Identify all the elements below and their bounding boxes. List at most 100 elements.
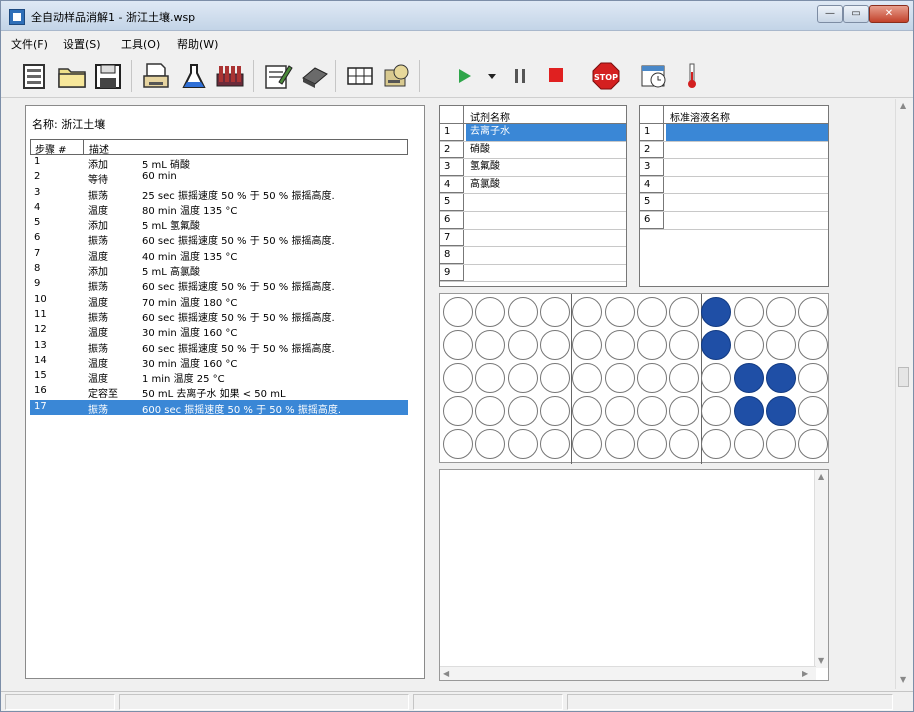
plate-well[interactable]: [636, 330, 667, 360]
plate-well[interactable]: [669, 396, 700, 426]
play-icon[interactable]: [449, 62, 479, 90]
plate-well[interactable]: [636, 297, 667, 327]
plate-well[interactable]: [701, 363, 732, 393]
standard-name-cell[interactable]: [666, 212, 828, 229]
plate-well[interactable]: [604, 330, 635, 360]
reagent-row[interactable]: 3 氢氟酸: [440, 159, 626, 177]
step-row[interactable]: 11 振荡 60 sec 振摇速度 50 % 于 50 % 振摇高度.: [30, 308, 408, 324]
standard-name-cell[interactable]: [666, 194, 828, 211]
steps-table[interactable]: 步骤 # 描述 1 添加 5 mL 硝酸 2 等待 60 min 3 振荡 25 sec 振摇速…: [30, 139, 408, 416]
reagent-row[interactable]: 5: [440, 194, 626, 212]
plate-well[interactable]: [443, 330, 473, 360]
reagent-row[interactable]: 9: [440, 264, 626, 283]
plate-well[interactable]: [766, 396, 796, 426]
log-horizontal-scrollbar[interactable]: ◀ ▶: [440, 666, 816, 680]
reagent-name-cell[interactable]: [466, 247, 626, 264]
menu-settings[interactable]: 设置(S): [63, 36, 101, 52]
tube-rack-icon[interactable]: [215, 62, 245, 90]
column-description[interactable]: 描述: [89, 141, 109, 156]
plate-well[interactable]: [733, 330, 764, 360]
plate-well[interactable]: [443, 429, 473, 459]
plate-well[interactable]: [733, 429, 764, 459]
plate-well[interactable]: [604, 396, 635, 426]
log-vertical-scrollbar[interactable]: ▲ ▼: [814, 470, 828, 668]
minimize-button[interactable]: —: [817, 5, 843, 23]
plate-well[interactable]: [701, 429, 732, 459]
plate-well[interactable]: [507, 396, 538, 426]
plate-well[interactable]: [701, 396, 732, 426]
step-row[interactable]: 17 振荡 600 sec 振摇速度 50 % 于 50 % 振摇高度.: [30, 399, 408, 416]
plate-well[interactable]: [604, 297, 635, 327]
step-row[interactable]: 16 定容至 50 mL 去离子水 如果 < 50 mL: [30, 384, 408, 400]
step-row[interactable]: 1 添加 5 mL 硝酸: [30, 155, 408, 171]
standard-row[interactable]: 3: [640, 159, 828, 177]
standard-row[interactable]: 1: [640, 124, 828, 142]
plate-well[interactable]: [669, 363, 700, 393]
close-button[interactable]: ✕: [869, 5, 909, 23]
step-row[interactable]: 15 温度 1 min 温度 25 °C: [30, 369, 408, 385]
reagent-name-cell[interactable]: 氢氟酸: [466, 159, 626, 176]
plate-well[interactable]: [636, 396, 667, 426]
standard-row[interactable]: 5: [640, 194, 828, 212]
plate-well[interactable]: [733, 396, 764, 426]
step-row[interactable]: 13 振荡 60 sec 振摇速度 50 % 于 50 % 振摇高度.: [30, 339, 408, 355]
reagent-name-cell[interactable]: [466, 265, 626, 282]
plate-well[interactable]: [507, 297, 538, 327]
plate-well[interactable]: [539, 429, 570, 459]
reagent-row[interactable]: 7: [440, 229, 626, 248]
step-row[interactable]: 4 温度 80 min 温度 135 °C: [30, 201, 408, 217]
machine-icon[interactable]: [381, 62, 411, 90]
plate-well[interactable]: [798, 396, 829, 426]
plate-well[interactable]: [475, 363, 506, 393]
plate-well[interactable]: [669, 297, 700, 327]
calendar-clock-icon[interactable]: [639, 62, 669, 90]
print-icon[interactable]: [141, 62, 171, 90]
maximize-button[interactable]: ▭: [843, 5, 869, 23]
menu-help[interactable]: 帮助(W): [177, 36, 218, 52]
stop-sign-icon[interactable]: STOP: [591, 62, 621, 90]
plate-well[interactable]: [636, 363, 667, 393]
plate-well[interactable]: [766, 429, 796, 459]
plate-well[interactable]: [443, 396, 473, 426]
step-row[interactable]: 6 振荡 60 sec 振摇速度 50 % 于 50 % 振摇高度.: [30, 231, 408, 247]
reagent-row[interactable]: 6: [440, 211, 626, 230]
column-step-number[interactable]: 步骤 #: [35, 141, 67, 156]
standard-name-cell[interactable]: [666, 177, 828, 194]
plate-well[interactable]: [733, 297, 764, 327]
reagent-row[interactable]: 1 去离子水: [440, 124, 626, 142]
step-row[interactable]: 3 振荡 25 sec 振摇速度 50 % 于 50 % 振摇高度.: [30, 186, 408, 202]
plate-well[interactable]: [733, 363, 764, 393]
open-folder-icon[interactable]: [57, 62, 87, 90]
reagent-name-cell[interactable]: 高氯酸: [466, 177, 626, 194]
plate-well[interactable]: [604, 429, 635, 459]
reagent-name-cell[interactable]: [466, 212, 626, 229]
thermometer-icon[interactable]: [677, 62, 707, 90]
standard-name-cell[interactable]: [666, 159, 828, 176]
plate-well[interactable]: [766, 363, 796, 393]
plate-well[interactable]: [475, 429, 506, 459]
standard-row[interactable]: 4: [640, 176, 828, 195]
plate-well[interactable]: [798, 429, 829, 459]
standard-row[interactable]: 2: [640, 141, 828, 160]
grid-table-icon[interactable]: [345, 62, 375, 90]
pause-icon[interactable]: [505, 62, 535, 90]
standard-row[interactable]: 6: [640, 211, 828, 230]
plate-well[interactable]: [701, 297, 732, 327]
plate-well[interactable]: [572, 363, 603, 393]
dropdown-arrow-icon[interactable]: [477, 62, 507, 90]
reagent-row[interactable]: 8: [440, 247, 626, 265]
standard-solution-table[interactable]: 标准溶液名称 123456: [639, 105, 829, 287]
step-row[interactable]: 2 等待 60 min: [30, 170, 408, 186]
plate-well[interactable]: [669, 330, 700, 360]
step-row[interactable]: 10 温度 70 min 温度 180 °C: [30, 293, 408, 309]
plate-well[interactable]: [507, 429, 538, 459]
plate-well[interactable]: [572, 297, 603, 327]
edit-notebook-icon[interactable]: [263, 62, 293, 90]
plate-well[interactable]: [636, 429, 667, 459]
scrollbar-thumb[interactable]: [898, 367, 909, 387]
reagent-row[interactable]: 2 硝酸: [440, 141, 626, 160]
plate-well[interactable]: [572, 396, 603, 426]
plate-well[interactable]: [539, 396, 570, 426]
menu-file[interactable]: 文件(F): [11, 36, 48, 52]
new-file-icon[interactable]: [19, 62, 49, 90]
